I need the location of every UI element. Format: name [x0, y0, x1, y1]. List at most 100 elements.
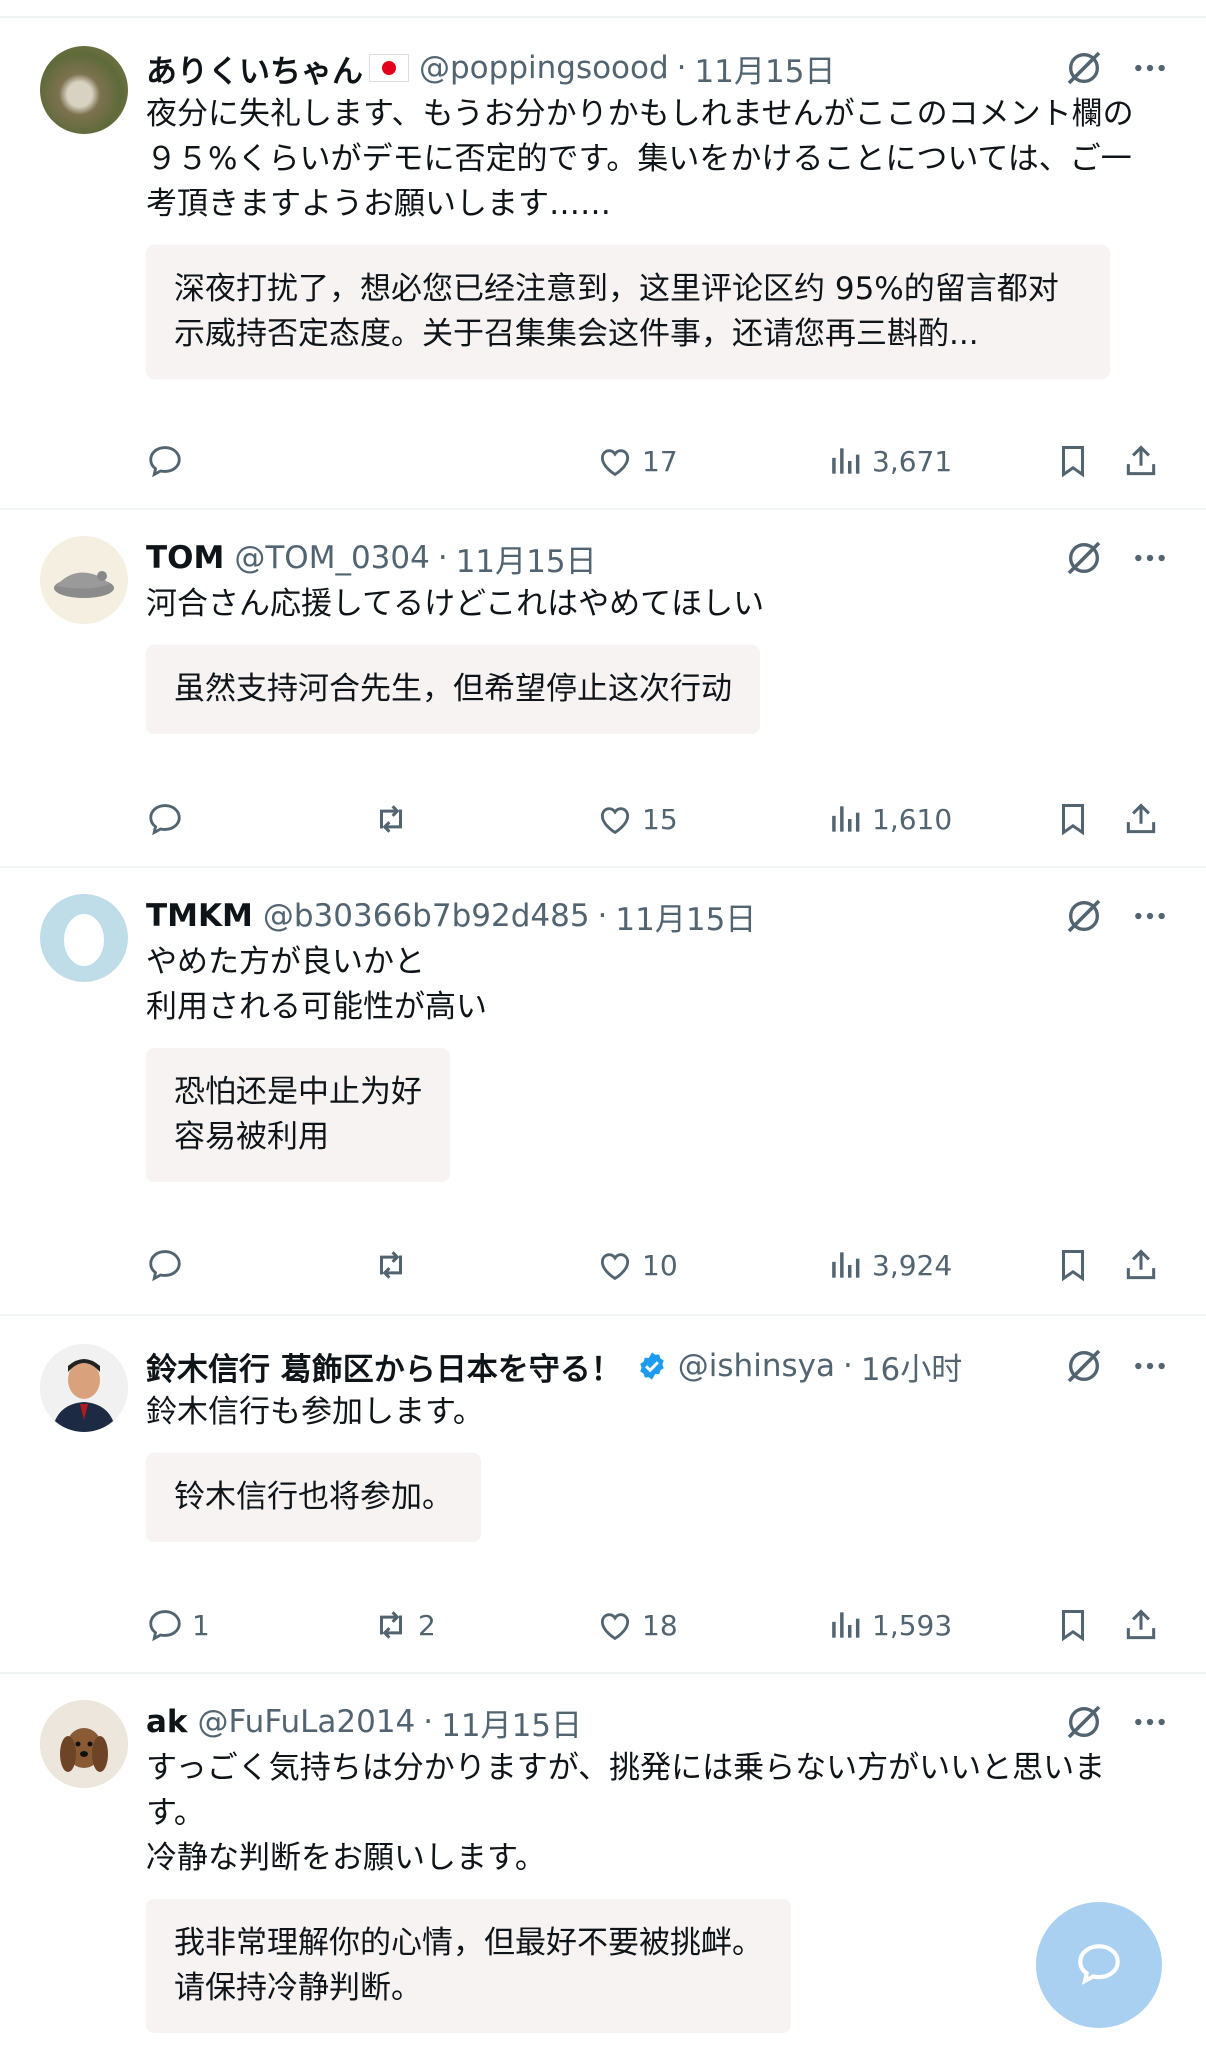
like-button[interactable]: 17 — [596, 436, 678, 486]
repost-icon — [379, 805, 403, 833]
timestamp[interactable]: 11月15日 — [456, 536, 597, 581]
dog-avatar-illustration — [40, 1700, 128, 1788]
reply-tweet[interactable]: TMKM @b30366b7b92d485 · 11月15日 やめた方が良いかと… — [0, 868, 1206, 1316]
tom-avatar-illustration — [54, 571, 114, 598]
egg-avatar-illustration — [64, 914, 104, 966]
like-count: 18 — [642, 1608, 678, 1642]
user-handle[interactable]: @TOM_0304 — [234, 540, 429, 576]
user-handle[interactable]: @b30366b7b92d485 — [263, 898, 590, 934]
reply-tweet[interactable]: 鈴木信行 葛飾区から日本を守る！ @ishinsya · 16小时 鈴木信行も参… — [0, 1316, 1206, 1674]
share-button[interactable] — [1122, 1600, 1160, 1650]
reply-tweet[interactable]: ありくいちゃん @poppingsoood · 11月15日 夜分に失礼します、… — [0, 18, 1206, 510]
display-name[interactable]: TOM — [146, 540, 224, 576]
reply-button[interactable] — [146, 794, 192, 844]
share-button[interactable] — [1122, 794, 1160, 844]
translation-box: 恐怕还是中止为好 容易被利用 — [146, 1048, 450, 1182]
separator-dot: · — [423, 1704, 434, 1740]
share-icon — [1126, 1609, 1156, 1640]
bookmark-button[interactable] — [1054, 436, 1092, 486]
more-icon[interactable] — [1130, 538, 1170, 578]
view-count: 3,671 — [872, 444, 953, 478]
avatar[interactable] — [40, 46, 128, 134]
tweet-text: 河合さん応援してるけどこれはやめてほしい — [146, 586, 765, 622]
grok-icon[interactable] — [1064, 896, 1104, 936]
avatar[interactable] — [40, 1700, 128, 1788]
reply-button[interactable] — [146, 1240, 192, 1290]
reply-tweet[interactable]: ak @FuFuLa2014 · 11月15日 すっごく気持ちは分かりますが、挑… — [0, 1674, 1206, 2063]
tweet-text: やめた方が良いかと 利用される可能性が高い — [146, 944, 487, 1025]
views-icon — [832, 1252, 860, 1278]
translation-box: 我非常理解你的心情，但最好不要被挑衅。 请保持冷静判断。 — [146, 1899, 791, 2033]
timestamp[interactable]: 11月15日 — [615, 894, 756, 939]
tweet-text: 鈴木信行も参加します。 — [146, 1394, 484, 1430]
user-handle[interactable]: @ishinsya — [678, 1348, 835, 1384]
display-name[interactable]: ak — [146, 1704, 188, 1740]
more-icon[interactable] — [1130, 896, 1170, 936]
avatar[interactable] — [40, 536, 128, 624]
separator-dot: · — [437, 540, 448, 576]
reply-count: 1 — [192, 1608, 210, 1642]
views-button[interactable]: 1,610 — [826, 794, 952, 844]
view-count: 1,610 — [872, 802, 953, 836]
share-icon — [1126, 445, 1156, 476]
repost-count: 2 — [418, 1608, 436, 1642]
like-button[interactable]: 10 — [596, 1240, 678, 1290]
avatar[interactable] — [40, 1344, 128, 1432]
like-count: 15 — [642, 802, 678, 836]
reply-button[interactable] — [146, 436, 192, 486]
grok-icon[interactable] — [1064, 538, 1104, 578]
compose-reply-button[interactable] — [1036, 1902, 1162, 2028]
reply-tweet[interactable]: TOM @TOM_0304 · 11月15日 河合さん応援してるけどこれはやめて… — [0, 510, 1206, 868]
view-count: 1,593 — [872, 1608, 953, 1642]
like-count: 10 — [642, 1248, 678, 1282]
grok-icon[interactable] — [1064, 1702, 1104, 1742]
user-handle[interactable]: @FuFuLa2014 — [198, 1704, 416, 1740]
bookmark-button[interactable] — [1054, 1600, 1092, 1650]
more-icon[interactable] — [1130, 48, 1170, 88]
like-icon — [600, 1253, 630, 1281]
compose-reply-icon — [1078, 1944, 1120, 1985]
views-button[interactable]: 1,593 — [826, 1600, 952, 1650]
separator-dot: · — [597, 898, 608, 934]
tweet-text: すっごく気持ちは分かりますが、挑発には乗らない方がいいと思いま す。 冷静な判断… — [146, 1750, 1106, 1876]
separator-dot: · — [842, 1348, 853, 1384]
timestamp[interactable]: 11月15日 — [695, 46, 836, 91]
more-icon[interactable] — [1130, 1346, 1170, 1386]
reply-icon — [149, 1250, 181, 1282]
grok-icon[interactable] — [1064, 1346, 1104, 1386]
timestamp[interactable]: 16小时 — [861, 1344, 962, 1389]
share-icon — [1126, 803, 1156, 834]
like-button[interactable]: 15 — [596, 794, 678, 844]
user-handle[interactable]: @poppingsoood — [419, 50, 669, 86]
reply-icon — [149, 1610, 181, 1642]
reply-icon — [149, 446, 181, 478]
bookmark-button[interactable] — [1054, 1240, 1092, 1290]
repost-button[interactable]: 2 — [372, 1600, 436, 1650]
bookmark-icon — [1061, 446, 1085, 478]
translation-box: 铃木信行也将参加。 — [146, 1453, 481, 1542]
display-name[interactable]: 鈴木信行 葛飾区から日本を守る！ — [146, 1344, 622, 1389]
share-icon — [1126, 1249, 1156, 1280]
share-button[interactable] — [1122, 436, 1160, 486]
repost-button[interactable] — [372, 794, 418, 844]
reply-button[interactable]: 1 — [146, 1600, 210, 1650]
repost-icon — [379, 1251, 403, 1279]
separator-dot: · — [676, 50, 687, 86]
bookmark-icon — [1061, 804, 1085, 836]
like-button[interactable]: 18 — [596, 1600, 678, 1650]
display-name[interactable]: TMKM — [146, 898, 253, 934]
display-name[interactable]: ありくいちゃん — [146, 46, 363, 91]
timestamp[interactable]: 11月15日 — [441, 1700, 582, 1745]
views-button[interactable]: 3,924 — [826, 1240, 952, 1290]
share-button[interactable] — [1122, 1240, 1160, 1290]
views-button[interactable]: 3,671 — [826, 436, 952, 486]
avatar[interactable] — [40, 894, 128, 982]
bookmark-button[interactable] — [1054, 794, 1092, 844]
repost-button[interactable] — [372, 1240, 418, 1290]
views-icon — [832, 806, 860, 832]
translation-box: 虽然支持河合先生，但希望停止这次行动 — [146, 645, 760, 734]
like-icon — [600, 807, 630, 835]
views-icon — [832, 1612, 860, 1638]
more-icon[interactable] — [1130, 1702, 1170, 1742]
grok-icon[interactable] — [1064, 48, 1104, 88]
